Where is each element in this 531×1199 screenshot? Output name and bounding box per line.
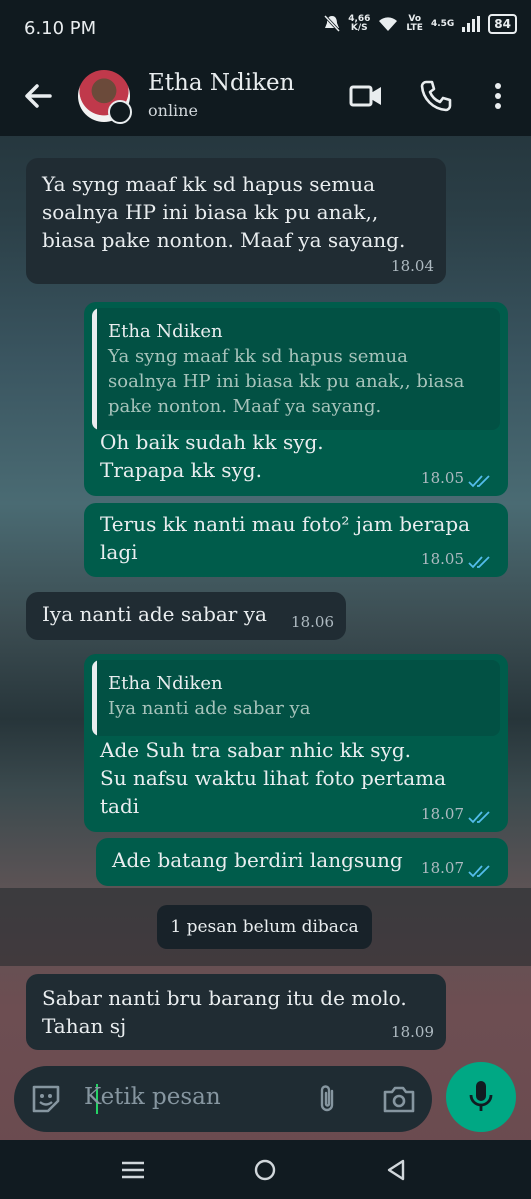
message-text: Ade batang berdiri langsung — [112, 848, 403, 872]
message-text: Oh baik sudah kk syg. Trapapa kk syg. — [100, 430, 324, 482]
message-bubble-outgoing[interactable]: Etha Ndiken Iya nanti ade sabar ya Ade S… — [84, 654, 508, 832]
chat-header: Etha Ndiken online — [0, 58, 531, 136]
message-time: 18.05 — [421, 550, 464, 568]
camera-icon[interactable] — [382, 1083, 416, 1115]
message-text: Ade Suh tra sabar nhic kk syg. Su nafsu … — [100, 738, 447, 818]
quote-accent-bar — [92, 308, 97, 430]
message-time: 18.07 — [421, 859, 464, 877]
message-bubble-incoming[interactable]: Ya syng maaf kk sd hapus semua soalnya H… — [26, 158, 446, 284]
read-ticks-icon — [468, 556, 490, 569]
read-ticks-icon — [468, 811, 490, 824]
volte-indicator: Vo LTE — [406, 15, 423, 33]
quote-accent-bar — [92, 660, 97, 736]
microphone-icon — [469, 1081, 493, 1111]
voice-call-icon[interactable] — [418, 78, 454, 114]
network-speed-unit: K/S — [350, 23, 368, 33]
quoted-message[interactable]: Etha Ndiken Iya nanti ade sabar ya — [92, 660, 500, 736]
attach-icon[interactable] — [312, 1083, 342, 1115]
quoted-text: Ya syng maaf kk sd hapus semua soalnya H… — [108, 346, 465, 417]
message-bubble-incoming[interactable]: Sabar nanti bru barang itu de molo. Taha… — [26, 974, 446, 1050]
quoted-author: Etha Ndiken — [108, 321, 223, 342]
message-time: 18.07 — [421, 805, 464, 823]
message-time: 18.06 — [291, 613, 334, 631]
unread-divider: 1 pesan belum dibaca — [157, 905, 372, 949]
more-options-icon[interactable] — [480, 78, 516, 114]
message-bubble-outgoing[interactable]: Ade batang berdiri langsung 18.07 — [96, 838, 508, 886]
battery-level: 84 — [488, 14, 517, 34]
status-time: 6.10 PM — [24, 18, 97, 39]
lte-label: LTE — [406, 23, 423, 33]
home-icon[interactable] — [253, 1158, 277, 1182]
read-ticks-icon — [468, 475, 490, 488]
wifi-icon — [379, 17, 398, 31]
message-text: Sabar nanti bru barang itu de molo. Taha… — [42, 986, 407, 1038]
message-bubble-outgoing[interactable]: Etha Ndiken Ya syng maaf kk sd hapus sem… — [84, 302, 508, 496]
message-time: 18.09 — [391, 1023, 434, 1041]
message-time: 18.05 — [421, 469, 464, 487]
sticker-icon[interactable] — [30, 1083, 62, 1115]
video-call-icon[interactable] — [348, 78, 384, 114]
status-icons: 4,66 K/S Vo LTE 4.5G 84 — [324, 14, 517, 34]
contact-status: online — [148, 101, 198, 120]
message-input[interactable]: Ketik pesan — [84, 1084, 221, 1110]
message-text: Terus kk nanti mau foto² jam berapa lagi — [100, 512, 471, 564]
message-time: 18.04 — [391, 257, 434, 275]
message-bubble-incoming[interactable]: Iya nanti ade sabar ya 18.06 — [26, 592, 346, 640]
mute-bell-icon — [324, 15, 341, 33]
status-ring-icon — [108, 100, 132, 124]
signal-type: 4.5G — [430, 18, 455, 29]
message-text: Iya nanti ade sabar ya — [42, 602, 267, 626]
recent-apps-icon[interactable] — [120, 1160, 146, 1180]
read-ticks-icon — [468, 865, 490, 878]
quoted-message[interactable]: Etha Ndiken Ya syng maaf kk sd hapus sem… — [92, 308, 500, 430]
network-speed: 4,66 K/S — [348, 15, 370, 33]
system-nav-bar — [0, 1140, 531, 1199]
message-text: Ya syng maaf kk sd hapus semua soalnya H… — [42, 172, 406, 252]
quoted-text: Iya nanti ade sabar ya — [108, 698, 311, 719]
message-composer: Ketik pesan — [14, 1066, 432, 1132]
back-arrow-icon[interactable] — [20, 78, 56, 114]
voice-message-button[interactable] — [446, 1062, 516, 1132]
quoted-author: Etha Ndiken — [108, 673, 223, 694]
nav-back-icon[interactable] — [385, 1158, 407, 1182]
message-bubble-outgoing[interactable]: Terus kk nanti mau foto² jam berapa lagi… — [84, 503, 508, 577]
signal-icon — [462, 16, 481, 32]
status-bar: 6.10 PM 4,66 K/S Vo LTE 4.5G 84 — [0, 0, 531, 58]
contact-name[interactable]: Etha Ndiken — [148, 70, 294, 96]
